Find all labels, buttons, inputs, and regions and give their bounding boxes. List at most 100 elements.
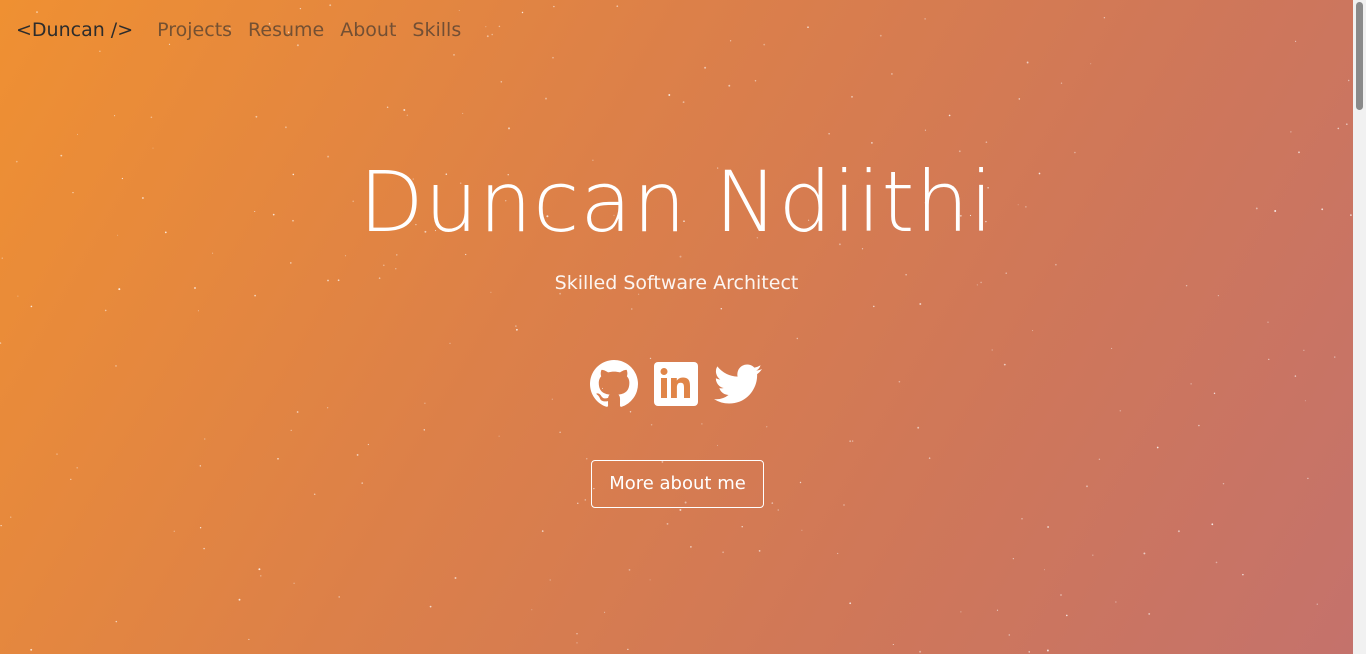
star-dot — [367, 443, 370, 446]
star-dot — [104, 309, 107, 312]
star-dot — [879, 34, 882, 37]
star-dot — [928, 457, 931, 459]
star-dot — [682, 101, 685, 103]
star-dot — [449, 342, 451, 344]
star-dot — [771, 502, 774, 504]
star-dot — [36, 11, 38, 14]
star-dot — [1198, 424, 1200, 427]
star-dot — [690, 546, 692, 548]
star-dot — [871, 142, 873, 144]
star-dot — [1307, 477, 1309, 480]
twitter-icon — [714, 364, 762, 404]
hero-subtitle: Skilled Software Architect — [554, 272, 799, 294]
star-dot — [924, 18, 926, 20]
star-dot — [552, 56, 554, 59]
star-dot — [1098, 458, 1101, 461]
star-dot — [1060, 594, 1062, 596]
star-dot — [30, 305, 33, 308]
star-dot — [796, 337, 799, 340]
nav-link-projects[interactable]: Projects — [157, 19, 232, 41]
star-dot — [199, 527, 202, 529]
star-dot — [0, 342, 2, 344]
twitter-link[interactable] — [714, 360, 762, 408]
star-dot — [290, 262, 292, 264]
star-dot — [631, 308, 633, 310]
star-dot — [115, 364, 117, 367]
star-dot — [327, 407, 329, 409]
star-dot — [650, 423, 653, 426]
star-dot — [559, 431, 561, 433]
star-dot — [338, 596, 341, 598]
star-dot — [985, 141, 988, 144]
nav-link-skills[interactable]: Skills — [412, 19, 461, 41]
star-dot — [1337, 127, 1340, 130]
scrollbar-thumb[interactable] — [1356, 2, 1363, 110]
star-dot — [1294, 375, 1297, 377]
star-dot — [1290, 131, 1292, 133]
star-dot — [1111, 347, 1113, 349]
star-dot — [1026, 61, 1029, 64]
nav-link-about[interactable]: About — [340, 19, 396, 41]
star-dot — [541, 530, 544, 532]
star-dot — [892, 643, 894, 646]
star-dot — [462, 112, 464, 114]
star-dot — [843, 504, 845, 506]
star-dot — [1211, 523, 1214, 526]
star-dot — [248, 638, 250, 640]
star-dot — [849, 602, 852, 605]
star-dot — [293, 582, 295, 584]
star-dot — [741, 525, 743, 528]
star-dot — [238, 598, 241, 601]
linkedin-link[interactable] — [652, 360, 700, 408]
star-dot — [382, 264, 385, 267]
star-dot — [0, 524, 2, 527]
star-dot — [1092, 554, 1094, 556]
star-dot — [1148, 612, 1151, 615]
scrollbar[interactable] — [1353, 0, 1366, 654]
navbar: <Duncan /> Projects Resume About Skills — [16, 16, 477, 44]
star-dot — [1090, 63, 1092, 65]
star-dot — [56, 453, 58, 455]
star-dot — [1267, 321, 1269, 323]
star-dot — [1018, 98, 1021, 100]
star-dot — [1213, 392, 1216, 395]
star-dot — [852, 440, 854, 442]
star-dot — [629, 411, 632, 413]
star-dot — [296, 44, 299, 47]
star-dot — [704, 66, 707, 69]
star-dot — [722, 551, 724, 554]
star-dot — [1177, 530, 1180, 533]
github-icon — [590, 360, 638, 407]
star-dot — [1060, 82, 1063, 84]
star-dot — [521, 11, 524, 14]
star-dot — [150, 116, 153, 119]
star-dot — [851, 95, 853, 98]
star-dot — [277, 457, 279, 460]
star-dot — [498, 25, 501, 28]
star-dot — [258, 568, 261, 571]
star-dot — [1143, 552, 1146, 555]
star-dot — [1215, 561, 1218, 564]
star-dot — [1012, 558, 1014, 560]
star-dot — [1222, 482, 1225, 485]
brand-logo[interactable]: <Duncan /> — [16, 19, 133, 41]
star-dot — [628, 569, 631, 571]
star-dot — [423, 429, 426, 431]
star-dot — [386, 106, 389, 108]
star-dot — [1190, 383, 1192, 385]
star-dot — [1003, 363, 1006, 366]
star-dot — [1008, 634, 1011, 636]
nav-link-resume[interactable]: Resume — [248, 19, 324, 41]
star-dot — [627, 648, 629, 651]
star-dot — [255, 115, 258, 118]
star-dot — [299, 7, 302, 10]
github-link[interactable] — [590, 360, 638, 408]
star-dot — [500, 81, 503, 83]
star-dot — [515, 325, 517, 327]
star-dot — [531, 609, 533, 611]
star-dot — [114, 115, 116, 117]
star-dot — [30, 648, 33, 651]
star-dot — [586, 458, 588, 460]
star-dot — [329, 4, 332, 7]
more-about-me-button[interactable]: More about me — [591, 460, 764, 508]
